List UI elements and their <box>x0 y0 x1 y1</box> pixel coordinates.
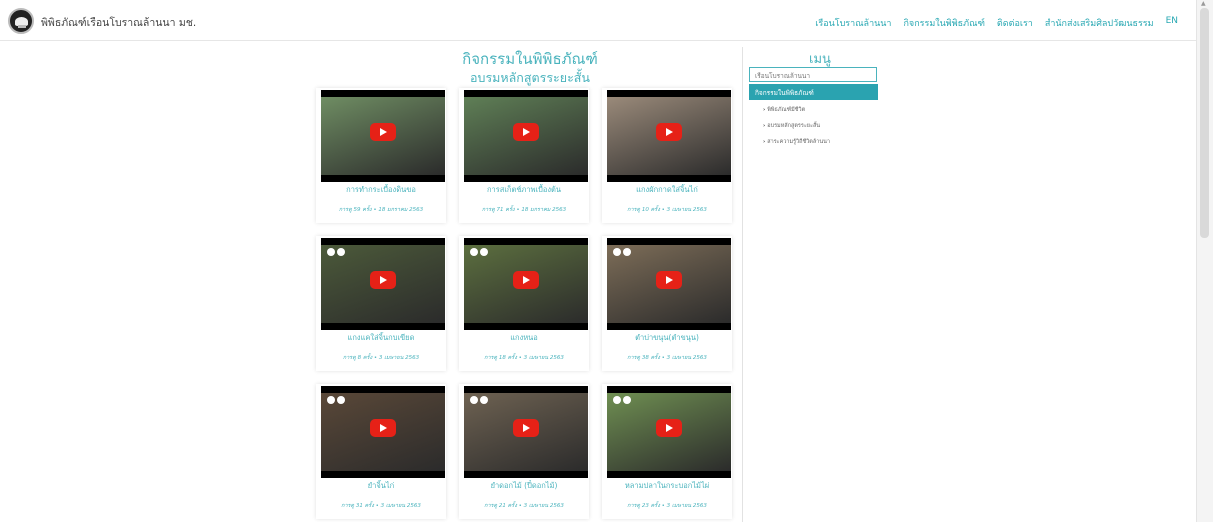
submenu-item-living-museum[interactable]: › พิพิธภัณฑ์มีชีวิต <box>763 106 805 114</box>
video-meta: การดู 23 ครั้ง • 3 เมษายน 2563 <box>627 503 707 509</box>
video-meta: การดู 71 ครั้ง • 18 มกราคม 2563 <box>481 207 567 213</box>
video-card[interactable]: แกงหนอการดู 18 ครั้ง • 3 เมษายน 2563 <box>459 236 589 371</box>
top-navbar: พิพิธภัณฑ์เรือนโบราณล้านนา มช. เรือนโบรา… <box>0 0 1197 41</box>
video-title[interactable]: การทำกระเบื้องดินขอ <box>316 184 446 196</box>
menu-item-lanna-house[interactable]: เรือนโบราณล้านนา <box>749 67 877 82</box>
video-meta: การดู 38 ครั้ง • 3 เมษายน 2563 <box>627 355 707 361</box>
channel-icon <box>470 248 478 256</box>
video-title[interactable]: หลามปลาในกระบอกไม้ไผ่ <box>602 480 732 492</box>
nav-item-contact[interactable]: ติดต่อเรา <box>997 16 1033 30</box>
menu-title: เมนู <box>809 52 831 67</box>
channel-icon <box>623 396 631 404</box>
chevron-right-icon: › <box>763 123 766 129</box>
channel-icon <box>480 396 488 404</box>
video-thumbnail[interactable] <box>321 90 445 182</box>
youtube-play-icon[interactable] <box>513 419 539 437</box>
scrollbar-thumb[interactable] <box>1200 8 1209 238</box>
video-card[interactable]: ตำบ่าขนุน(ตำขนุน) การดู 38 ครั้ง • 3 เมษา… <box>602 236 732 371</box>
column-divider <box>742 47 743 522</box>
channel-icon <box>337 396 345 404</box>
main-nav: เรือนโบราณล้านนา กิจกรรมในพิพิธภัณฑ์ ติด… <box>815 16 1178 30</box>
video-meta: การดู 18 ครั้ง • 3 เมษายน 2563 <box>484 355 564 361</box>
submenu-label: อบรมหลักสูตรระยะสั้น <box>767 123 821 129</box>
video-thumbnail[interactable] <box>607 386 731 478</box>
nav-item-language-en[interactable]: EN <box>1166 16 1178 30</box>
menu-item-museum-activities-active[interactable]: กิจกรรมในพิพิธภัณฑ์ <box>749 84 878 100</box>
channel-icon <box>613 396 621 404</box>
video-card[interactable]: ยำจิ้นไก่การดู 31 ครั้ง • 3 เมษายน 2563 <box>316 384 446 519</box>
channel-icon <box>337 248 345 256</box>
video-thumbnail[interactable] <box>607 238 731 330</box>
channel-icon <box>327 396 335 404</box>
museum-logo-icon[interactable] <box>8 8 34 34</box>
chevron-right-icon: › <box>763 107 766 113</box>
submenu-label: สาระความรู้วิถีชีวิตล้านนา <box>767 139 830 145</box>
scroll-up-arrow-icon[interactable]: ▲ <box>1201 0 1206 7</box>
video-title[interactable]: แกงหนอ <box>459 332 589 344</box>
nav-item-museum-activities[interactable]: กิจกรรมในพิพิธภัณฑ์ <box>903 16 984 30</box>
nav-item-arts-culture-office[interactable]: สำนักส่งเสริมศิลปวัฒนธรรม <box>1045 16 1154 30</box>
video-title[interactable]: แกงแคใส่จิ้นกบเขียด <box>316 332 446 344</box>
youtube-play-icon[interactable] <box>513 123 539 141</box>
video-meta: การดู 10 ครั้ง • 3 เมษายน 2563 <box>627 207 707 213</box>
youtube-play-icon[interactable] <box>513 271 539 289</box>
youtube-play-icon[interactable] <box>656 123 682 141</box>
video-title[interactable]: ยำจิ้นไก่ <box>316 480 446 492</box>
channel-icon <box>470 396 478 404</box>
video-card[interactable]: แกงแคใส่จิ้นกบเขียดการดู 8 ครั้ง • 3 เมษ… <box>316 236 446 371</box>
video-thumbnail[interactable] <box>464 386 588 478</box>
video-meta: การดู 21 ครั้ง • 3 เมษายน 2563 <box>484 503 564 509</box>
submenu-item-short-courses[interactable]: › อบรมหลักสูตรระยะสั้น <box>763 122 820 130</box>
chevron-right-icon: › <box>763 139 766 145</box>
video-title[interactable]: การสเก็ตช์ภาพเบื้องต้น <box>459 184 589 196</box>
video-title[interactable]: ยำดอกไม้ (ปี๋ดอกไม้) <box>459 480 589 492</box>
submenu-label: พิพิธภัณฑ์มีชีวิต <box>767 107 806 113</box>
site-title[interactable]: พิพิธภัณฑ์เรือนโบราณล้านนา มช. <box>41 14 196 31</box>
youtube-play-icon[interactable] <box>370 123 396 141</box>
channel-icon <box>623 248 631 256</box>
video-title[interactable]: แกงผักกาดใส่จิ้นไก่ <box>602 184 732 196</box>
nav-item-lanna-house[interactable]: เรือนโบราณล้านนา <box>815 16 891 30</box>
submenu-item-lanna-knowledge[interactable]: › สาระความรู้วิถีชีวิตล้านนา <box>763 138 830 146</box>
channel-icon <box>327 248 335 256</box>
youtube-play-icon[interactable] <box>370 271 396 289</box>
video-thumbnail[interactable] <box>607 90 731 182</box>
video-meta: การดู 8 ครั้ง • 3 เมษายน 2563 <box>342 355 420 361</box>
video-thumbnail[interactable] <box>321 238 445 330</box>
video-card[interactable]: แกงผักกาดใส่จิ้นไก่การดู 10 ครั้ง • 3 เม… <box>602 88 732 223</box>
youtube-play-icon[interactable] <box>656 419 682 437</box>
youtube-play-icon[interactable] <box>370 419 396 437</box>
video-thumbnail[interactable] <box>321 386 445 478</box>
video-thumbnail[interactable] <box>464 90 588 182</box>
page-scrollbar[interactable]: ▲ <box>1196 0 1213 522</box>
video-meta: การดู 31 ครั้ง • 3 เมษายน 2563 <box>341 503 421 509</box>
video-title[interactable]: ตำบ่าขนุน(ตำขนุน) <box>602 332 732 344</box>
youtube-play-icon[interactable] <box>656 271 682 289</box>
video-card[interactable]: การทำกระเบื้องดินขอการดู 59 ครั้ง • 18 ม… <box>316 88 446 223</box>
page-subtitle: อบรมหลักสูตรระยะสั้น <box>470 70 590 85</box>
video-card[interactable]: ยำดอกไม้ (ปี๋ดอกไม้) การดู 21 ครั้ง • 3 เ… <box>459 384 589 519</box>
video-thumbnail[interactable] <box>464 238 588 330</box>
channel-icon <box>613 248 621 256</box>
channel-icon <box>480 248 488 256</box>
video-card[interactable]: หลามปลาในกระบอกไม้ไผ่การดู 23 ครั้ง • 3 … <box>602 384 732 519</box>
video-meta: การดู 59 ครั้ง • 18 มกราคม 2563 <box>338 207 424 213</box>
video-card[interactable]: การสเก็ตช์ภาพเบื้องต้นการดู 71 ครั้ง • 1… <box>459 88 589 223</box>
